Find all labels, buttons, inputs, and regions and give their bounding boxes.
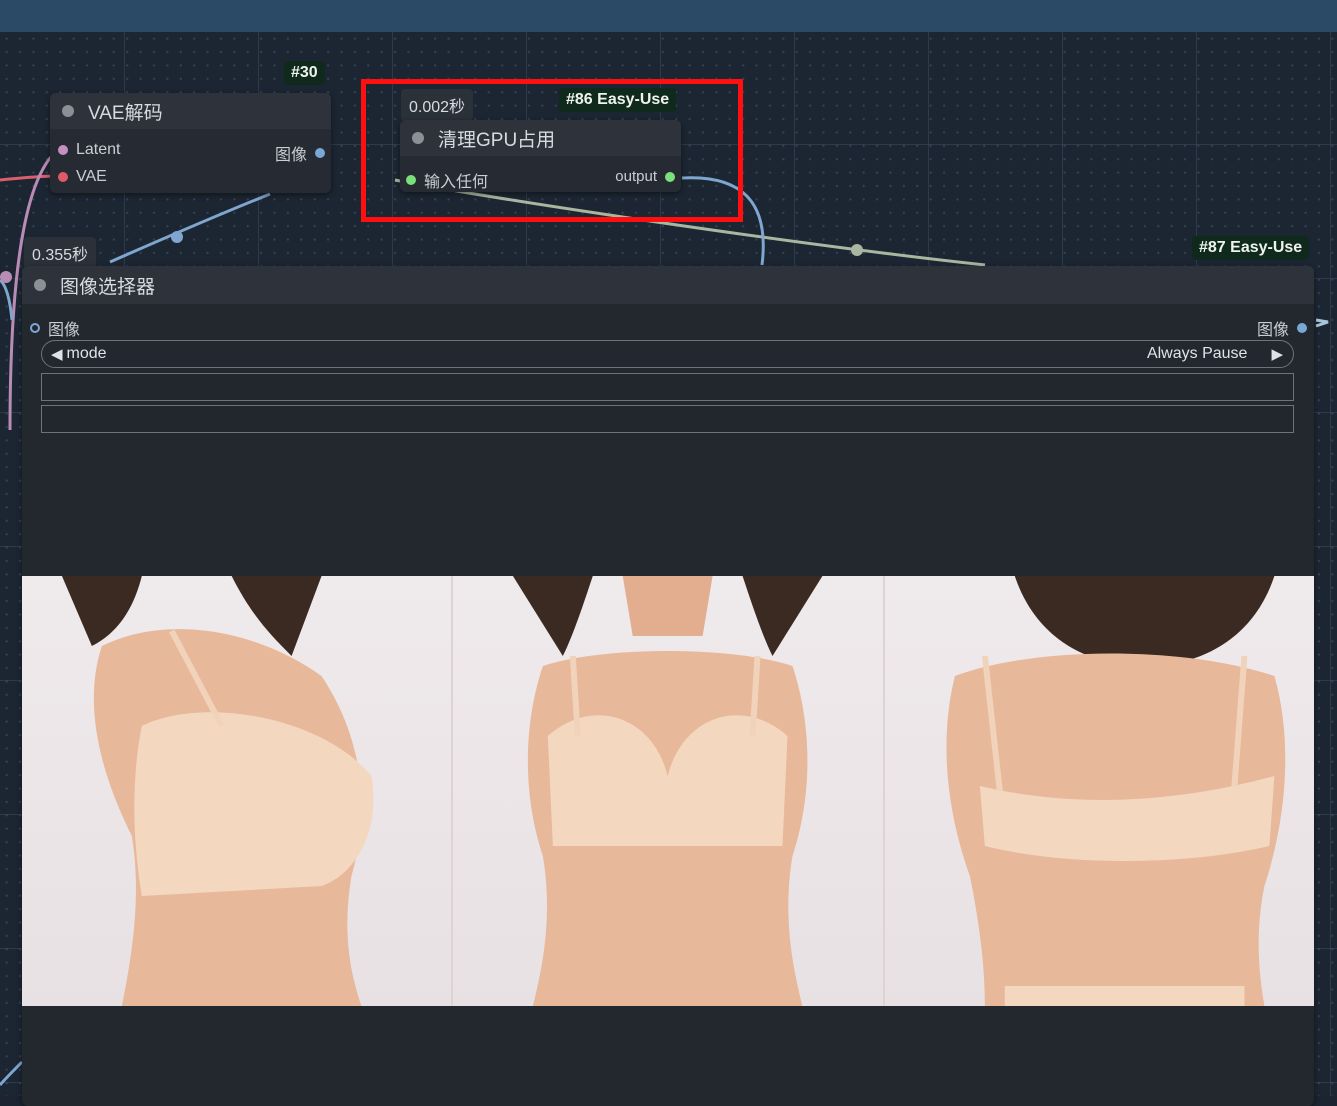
top-bar	[0, 0, 1337, 32]
widget-text-box-2[interactable]	[41, 405, 1294, 433]
output-slot-image-label: 图像	[274, 147, 307, 164]
widget-text-box-1[interactable]	[41, 373, 1294, 401]
combo-right-arrow-icon[interactable]: ▶	[1271, 345, 1283, 363]
preview-panel-front[interactable]	[451, 576, 883, 1006]
mode-value: Always Pause	[1146, 345, 1248, 362]
input-slot-latent-label: Latent	[76, 141, 121, 158]
collapse-dot-icon[interactable]	[34, 279, 46, 291]
image-slot-dot-icon[interactable]	[315, 148, 325, 158]
mode-label: mode	[66, 345, 107, 362]
image-input-dot-icon[interactable]	[30, 323, 40, 333]
image-selector-output-image[interactable]: 图像	[1257, 316, 1307, 340]
figure-side-view	[61, 576, 374, 1006]
preview-panel-side[interactable]	[22, 576, 452, 1006]
image-selector-input-image[interactable]: 图像	[30, 316, 80, 340]
figure-back-view	[946, 576, 1285, 1006]
highlight-box	[361, 79, 743, 222]
node-id-tag-30: #30	[284, 61, 325, 85]
figure-front-view	[513, 576, 823, 1006]
image-selector-output-label: 图像	[1256, 322, 1289, 339]
image-preview[interactable]	[22, 576, 1314, 1006]
image-output-dot-icon[interactable]	[1297, 323, 1307, 333]
latent-slot-dot-icon[interactable]	[58, 145, 68, 155]
mode-combo-widget[interactable]: ◀ mode Always Pause ▶	[41, 340, 1294, 368]
vae-decode-node[interactable]: VAE解码 Latent VAE 图像	[50, 93, 331, 193]
image-selector-input-label: 图像	[48, 322, 81, 339]
combo-left-arrow-icon[interactable]: ◀	[51, 345, 63, 363]
node-timer-87: 0.355秒	[24, 237, 97, 269]
node-id-tag-87: #87 Easy-Use	[1192, 236, 1310, 260]
vae-slot-dot-icon[interactable]	[58, 172, 68, 182]
input-slot-vae-label: VAE	[76, 168, 107, 185]
vae-decode-title-bar[interactable]: VAE解码	[50, 93, 331, 129]
collapse-dot-icon[interactable]	[62, 105, 74, 117]
image-selector-title-bar[interactable]: 图像选择器	[22, 266, 1314, 304]
input-slot-latent[interactable]: Latent	[58, 141, 120, 159]
input-slot-vae[interactable]: VAE	[58, 168, 107, 186]
output-slot-image[interactable]: 图像	[275, 141, 325, 165]
image-selector-title: 图像选择器	[60, 276, 156, 298]
vae-decode-title: VAE解码	[88, 102, 163, 124]
preview-panel-back[interactable]	[882, 576, 1314, 1006]
